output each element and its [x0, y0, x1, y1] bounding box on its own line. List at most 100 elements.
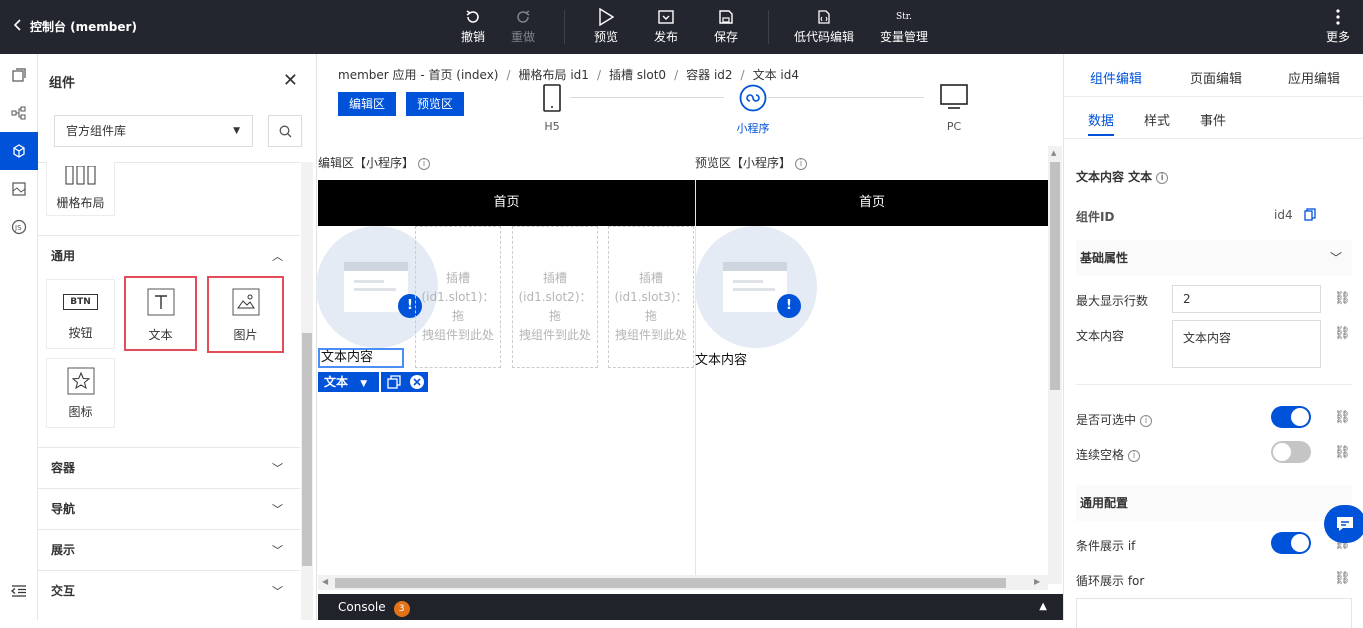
breadcrumb-item[interactable]: 文本 id4 — [753, 68, 799, 82]
link-icon[interactable]: ⛓ — [1334, 445, 1351, 460]
close-icon[interactable]: ✕ — [283, 70, 298, 91]
info-icon[interactable]: i — [1156, 171, 1169, 184]
tab-component-edit[interactable]: 组件编辑 — [1090, 68, 1142, 87]
back-button[interactable]: 控制台 (member) — [13, 18, 137, 35]
basic-props-section[interactable]: 基础属性 ﹀ — [1076, 240, 1352, 276]
section-interaction[interactable]: 交互 ﹀ — [38, 570, 300, 611]
section-navigation[interactable]: 导航 ﹀ — [38, 488, 300, 529]
panel-scrollbar[interactable] — [301, 162, 313, 620]
condition-if-toggle[interactable] — [1271, 532, 1311, 554]
undo-button[interactable]: 撤销 — [449, 6, 497, 45]
caret-down-icon: ▼ — [360, 379, 368, 389]
continuous-spaces-toggle[interactable] — [1271, 441, 1311, 463]
preview-image-placeholder: ! — [695, 226, 817, 348]
tile-icon[interactable]: 图标 — [46, 358, 115, 428]
library-select[interactable]: 官方组件库 ▼ — [54, 115, 253, 147]
common-config-section[interactable]: 通用配置 — [1076, 485, 1352, 521]
redo-label: 重做 — [510, 30, 535, 44]
tile-button[interactable]: BTN 按钮 — [46, 279, 115, 349]
slot-3[interactable]: 插槽 (id1.slot3)：拖 拽组件到此处 — [608, 226, 694, 368]
edit-area-label: 编辑区【小程序】 i — [318, 154, 431, 171]
selected-text-component[interactable]: 文本内容 — [318, 348, 404, 368]
canvas-vertical-scrollbar[interactable]: ▲ — [1048, 146, 1062, 584]
component-type-dropdown[interactable]: 文本 ▼ — [318, 372, 379, 392]
selectable-toggle[interactable] — [1271, 406, 1311, 428]
tab-app-edit[interactable]: 应用编辑 — [1288, 68, 1340, 87]
subtab-data[interactable]: 数据 — [1088, 110, 1114, 129]
save-button[interactable]: 保存 — [702, 6, 750, 45]
device-label: 小程序 — [736, 122, 770, 135]
console-bar[interactable]: Console 3 ▲ — [318, 594, 1063, 620]
info-icon[interactable]: i — [1128, 449, 1141, 462]
preview-button[interactable]: 预览 — [582, 6, 630, 45]
save-label: 保存 — [713, 30, 738, 44]
text-content-textarea[interactable]: 文本内容 — [1172, 320, 1321, 368]
collapse-menu-button[interactable] — [0, 572, 38, 610]
panel-title: 组件 — [49, 76, 76, 91]
scrollbar-thumb[interactable] — [335, 578, 1006, 588]
lowcode-button[interactable]: 低代码编辑 — [790, 6, 858, 45]
breadcrumb-item[interactable]: 容器 id2 — [686, 68, 732, 82]
js-nav-button[interactable]: JS — [0, 208, 38, 246]
console-count-badge: 3 — [393, 601, 410, 617]
link-icon[interactable]: ⛓ — [1334, 410, 1351, 425]
copy-icon[interactable] — [1304, 208, 1316, 224]
feedback-fab[interactable] — [1324, 505, 1363, 543]
link-icon[interactable]: ⛓ — [1334, 571, 1351, 586]
chat-icon — [1337, 517, 1353, 531]
variables-button[interactable]: Str. 变量管理 — [872, 6, 936, 45]
svg-text:JS: JS — [14, 224, 22, 232]
device-pc[interactable]: PC — [934, 84, 974, 133]
copy-icon[interactable] — [387, 375, 401, 395]
miniprogram-icon — [728, 84, 778, 114]
subtab-events[interactable]: 事件 — [1200, 110, 1226, 129]
chevron-down-icon: ﹀ — [272, 544, 283, 557]
section-label: 导航 — [51, 502, 76, 516]
redo-button[interactable]: 重做 — [499, 6, 547, 45]
preview-area-button[interactable]: 预览区 — [406, 92, 465, 116]
continuous-spaces-label: 连续空格 i — [1076, 446, 1141, 463]
edit-area-button[interactable]: 编辑区 — [338, 92, 397, 116]
section-label: 通用 — [51, 249, 76, 263]
link-icon[interactable]: ⛓ — [1334, 326, 1351, 341]
tile-image[interactable]: 图片 — [207, 276, 284, 353]
scrollbar-thumb[interactable] — [302, 333, 312, 566]
delete-icon[interactable] — [409, 374, 425, 396]
search-button[interactable] — [268, 115, 302, 147]
breadcrumb-item[interactable]: 栅格布局 id1 — [519, 68, 589, 82]
component-id-value: id4 — [1274, 208, 1293, 222]
section-general[interactable]: 通用 ︿ — [38, 235, 300, 276]
subtab-underline — [1088, 134, 1114, 136]
subtab-style[interactable]: 样式 — [1144, 110, 1170, 129]
undo-label: 撤销 — [460, 30, 485, 44]
link-icon[interactable]: ⛓ — [1334, 291, 1351, 306]
loop-for-editor[interactable] — [1076, 598, 1352, 628]
tile-grid-layout[interactable]: 栅格布局 — [46, 162, 115, 216]
section-container[interactable]: 容器 ﹀ — [38, 447, 300, 488]
outline-nav-button[interactable] — [0, 94, 38, 132]
chevron-up-icon[interactable]: ▲ — [1039, 594, 1047, 620]
slot-2[interactable]: 插槽 (id1.slot2)：拖 拽组件到此处 — [512, 226, 598, 368]
pages-nav-button[interactable] — [0, 56, 38, 94]
scrollbar-thumb[interactable] — [1050, 162, 1060, 390]
chevron-down-icon: ﹀ — [272, 462, 283, 475]
slot-1[interactable]: 插槽 (id1.slot1)：拖 拽组件到此处 — [415, 226, 501, 368]
device-miniprogram[interactable]: 小程序 — [728, 84, 778, 136]
publish-label: 发布 — [653, 30, 678, 44]
info-icon[interactable]: i — [795, 157, 808, 170]
section-display[interactable]: 展示 ﹀ — [38, 529, 300, 570]
components-nav-button[interactable] — [0, 132, 38, 170]
breadcrumb-item[interactable]: 插槽 slot0 — [609, 68, 666, 82]
info-icon[interactable]: i — [418, 157, 431, 170]
tile-text[interactable]: 文本 — [124, 276, 197, 351]
info-icon[interactable]: i — [1140, 414, 1153, 427]
device-h5[interactable]: H5 — [532, 84, 572, 133]
assets-nav-button[interactable] — [0, 170, 38, 208]
string-icon: Str. — [896, 12, 912, 22]
breadcrumb-item[interactable]: member 应用 - 首页 (index) — [338, 68, 498, 82]
tab-page-edit[interactable]: 页面编辑 — [1190, 68, 1242, 87]
canvas-horizontal-scrollbar[interactable]: ◀ ▶ — [318, 575, 1048, 590]
more-button[interactable]: 更多 — [1314, 6, 1362, 45]
max-lines-input[interactable]: 2 — [1172, 285, 1321, 313]
publish-button[interactable]: 发布 — [642, 6, 690, 45]
